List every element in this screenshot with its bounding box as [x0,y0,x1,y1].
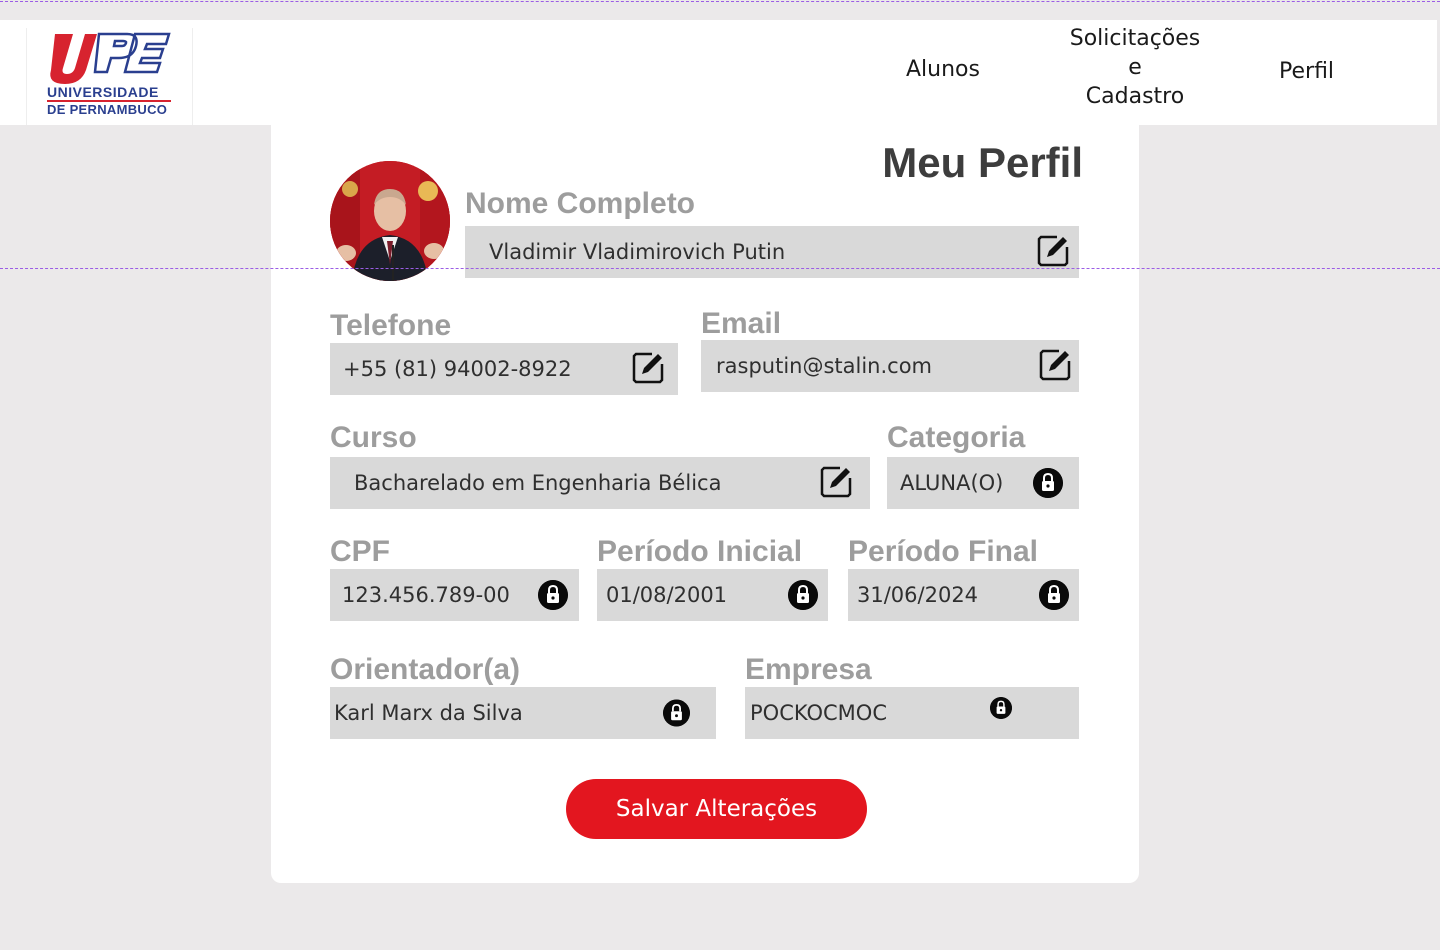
nav-solicitacoes-line-3: Cadastro [1085,84,1185,109]
top-header: UNIVERSIDADE DE PERNAMBUCO Alunos Solici… [0,20,1437,125]
nav-perfil[interactable]: Perfil [1279,57,1334,86]
logo-line-1: UNIVERSIDADE [47,84,159,100]
profile-photo-icon [330,161,450,281]
telefone-field[interactable]: +55 (81) 94002-8922 [330,343,678,395]
avatar[interactable] [330,161,450,281]
empresa-value: POCKOCMOC [750,701,887,725]
email-field[interactable]: rasputin@stalin.com [701,340,1079,392]
categoria-field: ALUNA(O) [887,457,1079,509]
edit-icon[interactable] [1039,349,1071,381]
edit-icon[interactable] [1037,235,1069,267]
lock-icon [788,580,818,610]
email-value[interactable]: rasputin@stalin.com [716,354,932,378]
label-empresa: Empresa [745,653,872,686]
curso-value[interactable]: Bacharelado em Engenharia Bélica [354,471,721,495]
cpf-field: 123.456.789-00 [330,569,579,621]
cpf-value: 123.456.789-00 [342,583,510,607]
lock-icon [663,699,690,727]
telefone-value[interactable]: +55 (81) 94002-8922 [343,357,572,381]
orientador-field: Karl Marx da Silva [330,687,716,739]
nome-completo-value[interactable]: Vladimir Vladimirovich Putin [489,240,785,264]
label-email: Email [701,307,782,340]
guide-line-middle [0,268,1440,269]
label-nome-completo: Nome Completo [465,187,696,220]
page-title: Meu Perfil [882,139,1083,186]
label-categoria: Categoria [887,421,1026,454]
periodo-final-field: 31/06/2024 [848,569,1079,621]
label-orientador: Orientador(a) [330,653,521,686]
lock-icon [1039,580,1069,610]
profile-card: Meu Perfil Nome Completo Vladimir Vladim… [271,125,1139,883]
periodo-inicial-field: 01/08/2001 [597,569,828,621]
upe-logo[interactable]: UNIVERSIDADE DE PERNAMBUCO [26,28,193,125]
orientador-value: Karl Marx da Silva [334,701,523,725]
curso-field[interactable]: Bacharelado em Engenharia Bélica [330,457,870,509]
save-button[interactable]: Salvar Alterações [566,779,867,839]
guide-line-top [0,1,1440,2]
label-periodo-final: Período Final [848,535,1039,568]
nav-solicitacoes-line-2: e [1128,55,1142,80]
nav-solicitacoes-cadastro[interactable]: Solicitações e Cadastro [1060,24,1210,111]
label-periodo-inicial: Período Inicial [597,535,803,568]
lock-icon [1033,468,1063,498]
logo-line-2: DE PERNAMBUCO [47,102,168,117]
nav-solicitacoes-line-1: Solicitações [1069,26,1201,51]
label-curso: Curso [330,421,417,454]
edit-icon[interactable] [632,352,664,384]
empresa-field: POCKOCMOC [745,687,1079,739]
nav-alunos[interactable]: Alunos [906,55,980,84]
upe-logo-mark-icon [50,32,171,84]
categoria-value: ALUNA(O) [900,471,1004,495]
label-cpf: CPF [330,535,390,568]
nome-completo-field[interactable]: Vladimir Vladimirovich Putin [465,226,1079,278]
periodo-inicial-value: 01/08/2001 [606,583,728,607]
lock-icon [538,580,568,610]
edit-icon[interactable] [820,466,852,498]
label-telefone: Telefone [330,309,452,342]
lock-icon [990,697,1012,719]
periodo-final-value: 31/06/2024 [857,583,979,607]
